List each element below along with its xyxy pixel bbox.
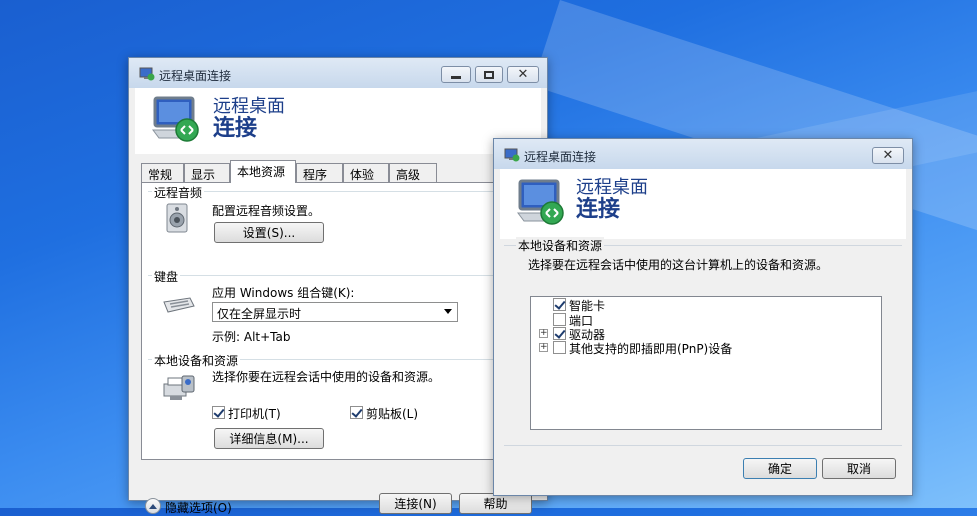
- list-item[interactable]: + 其他支持的即插即用(PnP)设备: [531, 340, 881, 356]
- printer-label[interactable]: 打印机(T): [228, 405, 281, 422]
- tab-general[interactable]: 常规: [141, 163, 184, 182]
- list-item[interactable]: 智能卡: [531, 297, 881, 313]
- remote-audio-group: 远程音频 配置远程音频设置。 设置(S)...: [148, 184, 528, 261]
- banner-line-2: 连接: [576, 197, 621, 222]
- hide-options-toggle[interactable]: [145, 498, 161, 514]
- printer-checkbox[interactable]: [212, 406, 225, 419]
- dialog-footer-separator: [504, 445, 902, 446]
- pnp-devices-checkbox[interactable]: [553, 341, 566, 354]
- expand-plus-icon[interactable]: +: [539, 329, 548, 338]
- devices-icon: [163, 375, 195, 400]
- dialog-client-area: 远程桌面 连接 本地设备和资源 选择要在远程会话中使用的这台计算机上的设备和资源…: [500, 169, 906, 489]
- close-button[interactable]: ✕: [507, 66, 539, 83]
- keyboard-icon: [163, 297, 195, 313]
- dialog-title: 远程桌面连接: [524, 150, 597, 164]
- banner-line-1: 远程桌面: [213, 96, 285, 117]
- help-button[interactable]: 帮助: [459, 493, 532, 514]
- main-client-area: 远程桌面 连接 常规 显示 本地资源 程序 体验 高级 远程音频 配置远程音频设…: [135, 88, 541, 515]
- dialog-banner-title: 远程桌面 连接: [576, 177, 648, 221]
- main-banner-title: 远程桌面 连接: [213, 96, 285, 140]
- remote-audio-label: 远程音频: [152, 184, 205, 201]
- keyboard-combo-value: 仅在全屏显示时: [217, 307, 302, 321]
- keyboard-description: 应用 Windows 组合键(K):: [212, 286, 355, 300]
- banner-line-1: 远程桌面: [576, 177, 648, 198]
- keyboard-combo-select[interactable]: 仅在全屏显示时: [212, 302, 458, 322]
- smart-card-checkbox[interactable]: [553, 298, 566, 311]
- maximize-button[interactable]: [475, 66, 503, 83]
- speaker-icon: [166, 203, 188, 233]
- rdp-monitor-icon: [152, 96, 199, 142]
- cancel-button[interactable]: 取消: [822, 458, 896, 479]
- drives-checkbox[interactable]: [553, 327, 566, 340]
- tab-local-resources[interactable]: 本地资源: [230, 160, 296, 183]
- local-devices-dialog: 远程桌面连接 ✕ 远程桌面 连接 本地设备和资源 选择要在远程会话中使用的这台计…: [493, 138, 913, 496]
- minimize-icon: [451, 75, 461, 79]
- ports-checkbox[interactable]: [553, 313, 566, 326]
- device-tree-list[interactable]: 智能卡 端口 + 驱动器 + 其他支持的即插即用(PnP)设备: [530, 296, 882, 430]
- dialog-close-button[interactable]: ✕: [872, 147, 904, 164]
- keyboard-label: 键盘: [152, 268, 181, 285]
- main-window-title: 远程桌面连接: [159, 69, 232, 83]
- dialog-description: 选择要在远程会话中使用的这台计算机上的设备和资源。: [528, 258, 829, 272]
- rdp-monitor-icon: [517, 179, 564, 225]
- main-window: 远程桌面连接 ✕ 远程桌面 连接 常规 显示 本地资源 程序 体验 高级 远程音…: [128, 57, 548, 515]
- rdp-app-icon: [139, 67, 155, 81]
- local-devices-description: 选择你要在远程会话中使用的设备和资源。: [212, 370, 441, 384]
- dialog-banner: 远程桌面 连接: [500, 169, 906, 239]
- tab-programs[interactable]: 程序: [296, 163, 343, 182]
- main-banner: 远程桌面 连接: [135, 88, 541, 154]
- audio-description: 配置远程音频设置。: [212, 204, 321, 218]
- keyboard-group: 键盘 应用 Windows 组合键(K): 仅在全屏显示时 示例: Alt+Ta…: [148, 268, 528, 351]
- ok-button[interactable]: 确定: [743, 458, 817, 479]
- tab-display[interactable]: 显示: [184, 163, 230, 182]
- expand-plus-icon[interactable]: +: [539, 343, 548, 352]
- tab-advanced[interactable]: 高级: [389, 163, 437, 182]
- close-icon: ✕: [517, 67, 529, 82]
- maximize-icon: [484, 70, 494, 79]
- local-devices-group: 本地设备和资源 选择你要在远程会话中使用的设备和资源。 打印机(T) 剪贴板(L…: [148, 352, 528, 455]
- main-titlebar[interactable]: 远程桌面连接 ✕: [129, 58, 547, 88]
- chevron-down-icon: [444, 309, 452, 314]
- minimize-button[interactable]: [441, 66, 471, 83]
- local-resources-panel: 远程音频 配置远程音频设置。 设置(S)... 键盘 应用 Windows 组合…: [141, 182, 535, 460]
- dialog-section-label: 本地设备和资源: [516, 237, 605, 254]
- local-devices-label: 本地设备和资源: [152, 352, 241, 369]
- details-button[interactable]: 详细信息(M)...: [214, 428, 324, 449]
- close-icon: ✕: [882, 148, 894, 163]
- pnp-devices-label[interactable]: 其他支持的即插即用(PnP)设备: [569, 340, 732, 357]
- audio-settings-button[interactable]: 设置(S)...: [214, 222, 324, 243]
- clipboard-label[interactable]: 剪贴板(L): [366, 405, 418, 422]
- keyboard-example: 示例: Alt+Tab: [212, 330, 291, 344]
- banner-line-2: 连接: [213, 116, 258, 141]
- connect-button[interactable]: 连接(N): [379, 493, 452, 514]
- rdp-app-icon: [504, 148, 520, 162]
- dialog-titlebar[interactable]: 远程桌面连接 ✕: [494, 139, 912, 169]
- clipboard-checkbox[interactable]: [350, 406, 363, 419]
- tab-experience[interactable]: 体验: [343, 163, 389, 182]
